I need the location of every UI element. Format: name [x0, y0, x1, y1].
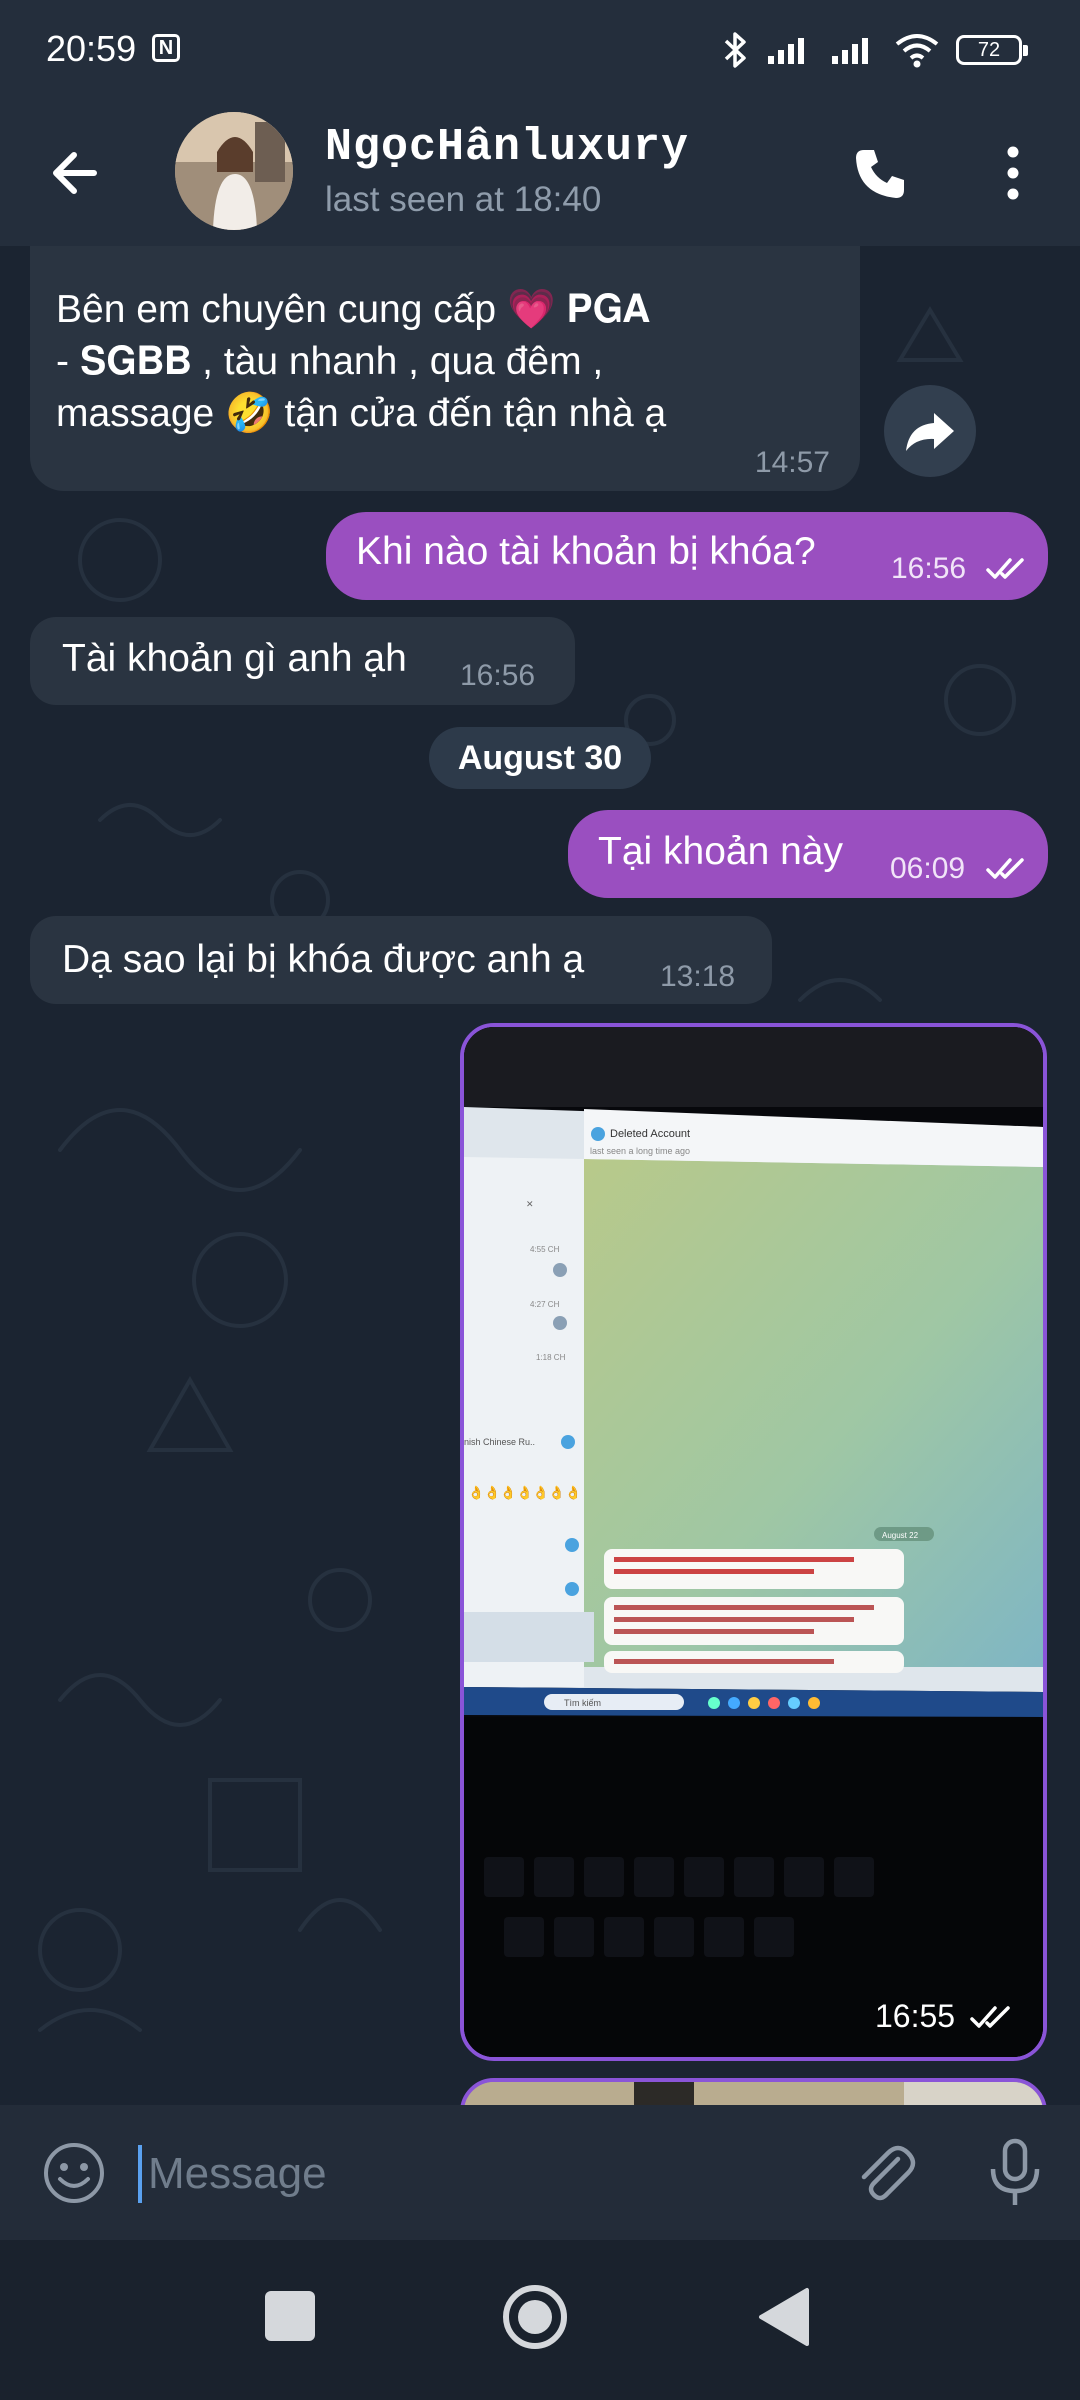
- home-button[interactable]: [502, 2284, 568, 2350]
- chat-header: NgọcHânluxury last seen at 18:40: [0, 100, 1080, 246]
- message-text: Khi nào tài khoản bị khóa?: [356, 530, 816, 573]
- more-vertical-icon[interactable]: [995, 140, 1031, 206]
- photo-message[interactable]: Deleted Account last seen a long time ag…: [460, 1023, 1047, 2061]
- message-outgoing[interactable]: Tại khoản này 06:09: [568, 810, 1048, 898]
- date-separator: August 30: [429, 727, 651, 789]
- message-input[interactable]: [146, 2135, 790, 2213]
- svg-text:✕: ✕: [526, 1199, 534, 1209]
- contact-name[interactable]: NgọcHânluxury: [325, 122, 689, 173]
- message-text: Tại khoản này: [598, 830, 843, 873]
- wifi-icon: [895, 34, 939, 68]
- status-bar: 20:59 N 72: [0, 0, 1080, 100]
- forward-button[interactable]: [884, 385, 976, 477]
- photo-taskbar-search: Tìm kiếm: [564, 1698, 601, 1708]
- message-text: Tài khoản gì anh ạh: [62, 637, 407, 680]
- nfc-icon: N: [152, 34, 180, 62]
- last-seen-status: last seen at 18:40: [325, 180, 602, 219]
- microphone-icon[interactable]: [985, 2137, 1045, 2209]
- back-triangle-button[interactable]: [755, 2286, 811, 2348]
- bluetooth-icon: [724, 32, 746, 68]
- svg-text:nish Chinese Ru..: nish Chinese Ru..: [464, 1437, 535, 1447]
- message-text: Bên em chuyên cung cấp 💗 𝐏𝐆𝐀 - 𝐒𝐆𝐁𝐁 , tà…: [56, 284, 816, 440]
- svg-text:👌👌👌👌👌👌👌: 👌👌👌👌👌👌👌: [468, 1485, 581, 1500]
- message-outgoing[interactable]: Khi nào tài khoản bị khóa? 16:56: [326, 512, 1048, 600]
- signal-icon: [768, 38, 804, 64]
- double-check-icon: [986, 558, 1024, 579]
- svg-text:4:27 CH: 4:27 CH: [530, 1300, 560, 1309]
- battery-icon: 72: [956, 35, 1028, 65]
- message-time: 06:09: [890, 852, 966, 885]
- attachment-icon[interactable]: [852, 2139, 918, 2205]
- message-incoming[interactable]: Dạ sao lại bị khóa được anh ạ 13:18: [30, 916, 772, 1004]
- text-cursor: [138, 2145, 142, 2203]
- photo-date-chip: August 22: [882, 1531, 919, 1540]
- double-check-icon: [970, 2006, 1010, 2028]
- signal-icon-2: [832, 38, 868, 64]
- forward-arrow-icon: [906, 413, 954, 451]
- message-line: massage 🤣 tận cửa đến tận nhà ạ: [56, 392, 667, 435]
- svg-text:1:18 CH: 1:18 CH: [536, 1353, 566, 1362]
- recent-apps-button[interactable]: [265, 2291, 315, 2341]
- message-time: 16:55: [875, 1998, 956, 2034]
- emoji-icon[interactable]: [42, 2141, 106, 2205]
- photo-image: Deleted Account last seen a long time ag…: [464, 1027, 1043, 2057]
- photo-deleted-account: Deleted Account: [610, 1128, 690, 1140]
- message-time: 16:56: [460, 659, 536, 692]
- double-check-icon: [986, 858, 1024, 879]
- message-time: 14:57: [754, 446, 830, 479]
- message-text: Dạ sao lại bị khóa được anh ạ: [62, 938, 585, 981]
- message-line: - 𝐒𝐆𝐁𝐁 , tàu nhanh , qua đêm ,: [56, 340, 604, 383]
- photo-deleted-sub: last seen a long time ago: [590, 1146, 690, 1156]
- avatar[interactable]: [175, 112, 293, 230]
- phone-call-icon[interactable]: [850, 144, 910, 204]
- back-arrow-icon[interactable]: [44, 140, 110, 206]
- avatar-image: [175, 112, 293, 230]
- message-incoming[interactable]: Tài khoản gì anh ạh 16:56: [30, 617, 575, 705]
- message-time: 13:18: [660, 960, 736, 993]
- message-incoming[interactable]: Bên em chuyên cung cấp 💗 𝐏𝐆𝐀 - 𝐒𝐆𝐁𝐁 , tà…: [30, 246, 860, 491]
- status-icons: 72: [722, 28, 1028, 72]
- message-input-bar: [0, 2105, 1080, 2240]
- message-time: 16:56: [891, 552, 967, 585]
- svg-text:4:55 CH: 4:55 CH: [530, 1245, 560, 1254]
- status-time: 20:59: [46, 28, 137, 69]
- message-line: Bên em chuyên cung cấp 💗 𝐏𝐆𝐀: [56, 288, 650, 331]
- system-nav-bar: [0, 2240, 1080, 2400]
